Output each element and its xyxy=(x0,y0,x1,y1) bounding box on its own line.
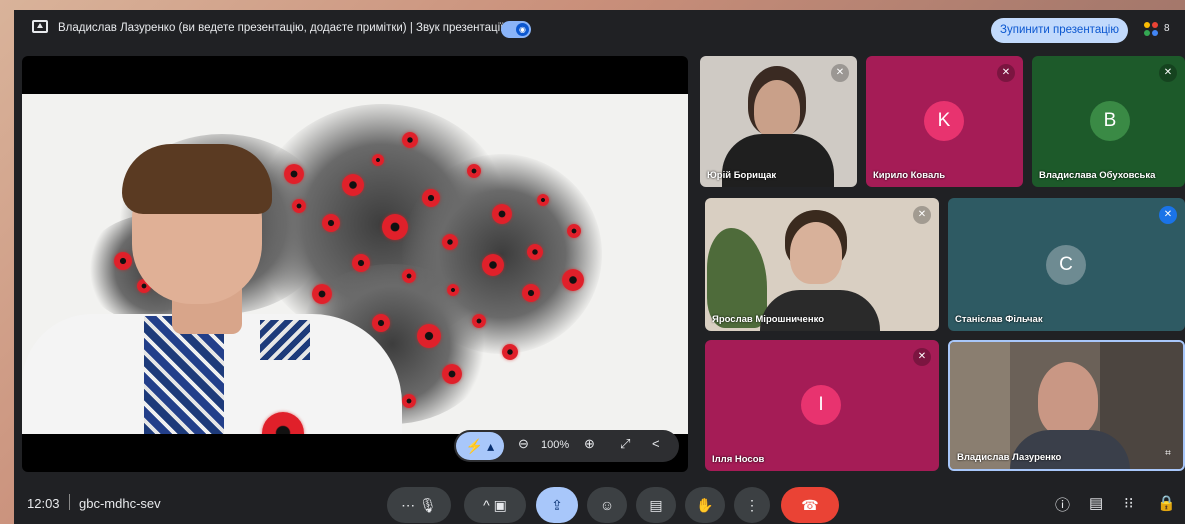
presentation-bar: Владислав Лазуренко (ви ведете презентац… xyxy=(14,10,1185,50)
call-controls-bar: 12:03 gbc-mdhc-sev ⋯ 🎙 ^ ▣ ⇪ ☺ ▤ ✋ ⋮ ☎ ⓘ… xyxy=(14,482,1185,524)
participant-tile[interactable]: C ✕ Станіслав Фільчак xyxy=(948,198,1185,331)
chevron-up-icon: ^ xyxy=(483,497,490,513)
participant-name: Станіслав Фільчак xyxy=(955,314,1043,325)
present-screen-icon: ⇪ xyxy=(551,497,563,513)
participant-tile[interactable]: I ✕ Ілля Носов xyxy=(705,340,939,471)
annotate-button[interactable]: ⚡ ▴ xyxy=(456,432,504,460)
pin-icon[interactable]: ⌗ xyxy=(1159,445,1177,463)
participant-name: Юрій Борищак xyxy=(707,170,777,181)
fullscreen-icon[interactable]: ⤢ xyxy=(620,436,630,452)
divider xyxy=(69,494,70,510)
people-badge[interactable]: 8 xyxy=(1142,19,1178,41)
mic-off-icon: ✕ xyxy=(913,348,931,366)
end-call-button[interactable]: ☎ xyxy=(781,487,839,523)
zoom-out-icon[interactable]: ⊖ xyxy=(518,436,529,452)
shared-slide xyxy=(22,94,688,434)
info-icon[interactable]: ⓘ xyxy=(1055,494,1070,515)
avatar: K xyxy=(924,101,964,141)
presentation-audio-toggle[interactable]: ◉ xyxy=(501,21,531,38)
presenter-status-text: Владислав Лазуренко (ви ведете презентац… xyxy=(58,22,504,34)
mic-off-icon: ✕ xyxy=(997,64,1015,82)
participant-count: 8 xyxy=(1164,23,1170,34)
captions-button[interactable]: ▤ xyxy=(636,487,676,523)
participant-name: Ярослав Мірошниченко xyxy=(712,314,825,325)
more-options-button[interactable]: ⋮ xyxy=(734,487,770,523)
share-icon[interactable]: < xyxy=(652,436,660,451)
zoom-toolbar: ⚡ ▴ ⊖ 100% ⊕ ⤢ < xyxy=(454,430,679,462)
volume-icon: ◉ xyxy=(516,23,529,36)
meeting-code: gbc-mdhc-sev xyxy=(79,496,161,511)
more-vert-icon: ⋮ xyxy=(745,497,759,513)
avatar: I xyxy=(801,385,841,425)
participant-name: Ілля Носов xyxy=(712,454,765,465)
raise-hand-button[interactable]: ✋ xyxy=(685,487,725,523)
meet-window: Владислав Лазуренко (ви ведете презентац… xyxy=(14,10,1185,524)
avatar: C xyxy=(1046,245,1086,285)
activities-icon[interactable]: ⁝⁝ xyxy=(1124,494,1134,512)
chat-icon[interactable]: ▤ xyxy=(1089,494,1103,512)
presentation-stage: ⚡ ▴ ⊖ 100% ⊕ ⤢ < xyxy=(22,56,688,472)
mic-button[interactable]: ⋯ 🎙 xyxy=(387,487,451,523)
emoji-icon: ☺ xyxy=(599,497,615,513)
host-controls-icon[interactable]: 🔒 xyxy=(1157,494,1176,512)
zoom-level: 100% xyxy=(541,439,570,451)
participant-tile[interactable]: ✕ Юрій Борищак xyxy=(700,56,857,187)
mic-off-icon: ✕ xyxy=(1159,206,1177,224)
more-options-dots-icon: ⋯ xyxy=(401,497,416,513)
participant-name: Владислава Обуховська xyxy=(1039,170,1156,181)
participant-tile[interactable]: B ✕ Владислава Обуховська xyxy=(1032,56,1185,187)
camera-button[interactable]: ^ ▣ xyxy=(464,487,526,523)
present-screen-icon xyxy=(32,20,48,33)
hand-icon: ✋ xyxy=(696,497,714,513)
avatar: B xyxy=(1090,101,1130,141)
participant-tile[interactable]: K ✕ Кирило Коваль xyxy=(866,56,1023,187)
meeting-time: 12:03 xyxy=(27,496,60,511)
emoji-button[interactable]: ☺ xyxy=(587,487,627,523)
zoom-in-icon[interactable]: ⊕ xyxy=(584,436,595,452)
present-button[interactable]: ⇪ xyxy=(536,487,578,523)
mic-off-icon: ✕ xyxy=(831,64,849,82)
participant-name: Владислав Лазуренко xyxy=(957,452,1062,463)
mic-off-icon: ✕ xyxy=(913,206,931,224)
stop-presenting-button[interactable]: Зупинити презентацію xyxy=(991,18,1128,43)
mic-off-icon: ✕ xyxy=(1159,64,1177,82)
participants-icon xyxy=(1144,22,1160,38)
captions-icon: ▤ xyxy=(649,497,663,513)
phone-hangup-icon: ☎ xyxy=(801,497,819,513)
mic-icon: 🎙 xyxy=(419,497,437,513)
participant-tile[interactable]: ✕ Ярослав Мірошниченко xyxy=(705,198,939,331)
participant-tile-self[interactable]: ⌗ Владислав Лазуренко xyxy=(948,340,1185,471)
camera-icon: ▣ xyxy=(493,497,507,513)
participant-name: Кирило Коваль xyxy=(873,170,946,181)
presenter-video xyxy=(22,124,402,434)
